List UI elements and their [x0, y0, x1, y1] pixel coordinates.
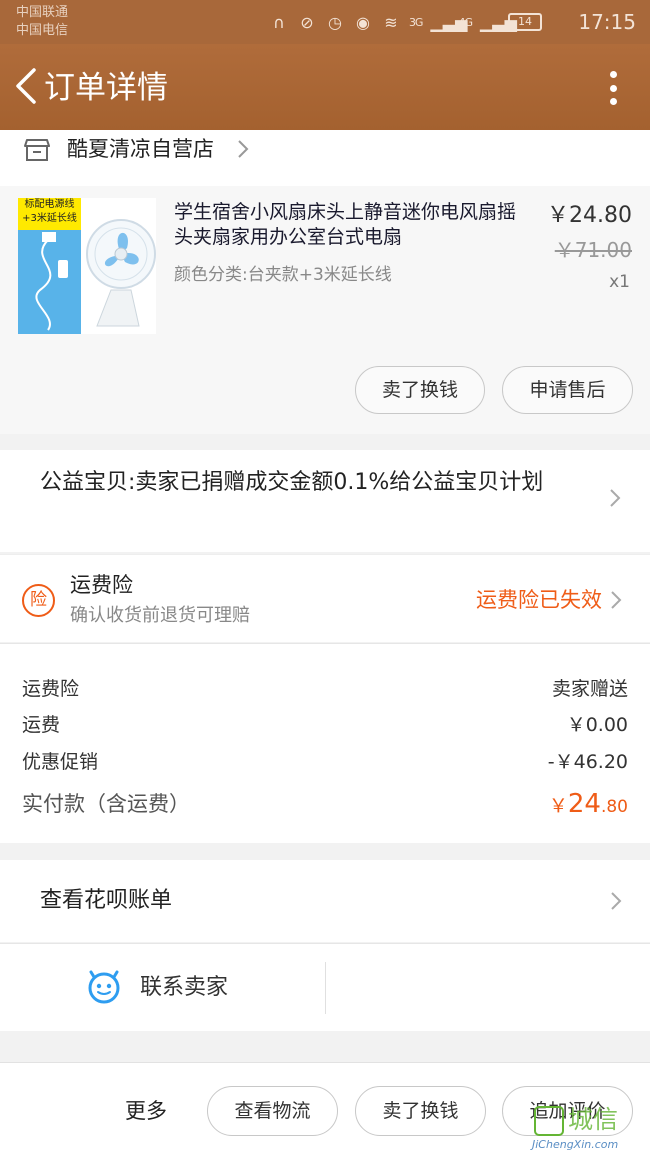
mute-icon: ⊘	[300, 12, 314, 32]
carrier-2: 中国电信	[16, 23, 69, 38]
contact-seller-button[interactable]: 联系卖家	[140, 973, 228, 1003]
status-icons: ∩ ⊘ ◷ ◉ ≋ 3G ▁▃▅ 4G ▁▃▅ 14	[269, 10, 542, 34]
fee-row-discount: 优惠促销 -￥46.20	[22, 747, 628, 777]
insurance-badge-icon: 险	[22, 584, 55, 617]
fee-row-shipping: 运费 ￥0.00	[22, 710, 628, 740]
total-integer: 24	[567, 789, 601, 819]
fee-label: 运费险	[22, 678, 80, 700]
fee-row-insurance: 运费险 卖家赠送	[22, 674, 628, 704]
thumbnail-tag: 标配电源线 +3米延长线	[18, 198, 81, 230]
store-row[interactable]: 酷夏清凉自营店	[0, 130, 650, 186]
total-paid-row: 实付款（含运费） ￥24.80	[22, 787, 628, 821]
insurance-title: 运费险	[70, 573, 133, 597]
insurance-status: 运费险已失效	[476, 588, 602, 612]
total-label: 实付款（含运费）	[22, 792, 190, 816]
product-quantity: x1	[609, 272, 630, 292]
chat-bot-icon[interactable]	[86, 970, 122, 1004]
battery-icon: 14	[508, 13, 542, 31]
view-logistics-button[interactable]: 查看物流	[207, 1086, 338, 1136]
watermark-logo-icon	[534, 1106, 564, 1136]
total-currency: ￥	[548, 795, 568, 817]
product-sku: 颜色分类:台夹款+3米延长线	[174, 265, 392, 285]
order-item[interactable]: 标配电源线 +3米延长线 学生宿舍小风扇床头上静音迷你电风扇摇头夹扇家用办公室台…	[0, 186, 650, 434]
store-icon	[24, 139, 50, 161]
total-amount: ￥24.80	[549, 787, 628, 824]
insurance-subtitle: 确认收货前退货可理赔	[70, 605, 250, 626]
app-header: 订单详情	[0, 44, 650, 130]
fan-icon	[86, 219, 156, 327]
wifi-icon: ≋	[384, 12, 398, 32]
original-price: ￥71.00	[554, 238, 632, 262]
charity-text: 公益宝贝:卖家已捐赠成交金额0.1%给公益宝贝计划	[40, 470, 544, 495]
fee-value: 卖家赠送	[551, 678, 628, 700]
page-title: 订单详情	[44, 70, 168, 106]
network-4g-label: 4G	[458, 15, 472, 29]
headset-icon: ∩	[273, 12, 285, 32]
chevron-right-icon	[610, 489, 621, 507]
huabei-bill-row[interactable]: 查看花呗账单	[0, 860, 650, 942]
alarm-icon: ◷	[327, 12, 342, 32]
watermark-url: JiChengXin.com	[532, 1138, 619, 1151]
network-3g-label: 3G	[408, 15, 423, 29]
watermark-text: 城信	[568, 1105, 619, 1134]
store-name: 酷夏清凉自营店	[67, 137, 214, 161]
clock: 17:15	[578, 10, 636, 34]
chevron-right-icon	[611, 591, 622, 609]
chevron-right-icon	[611, 892, 622, 910]
signal-2-icon: ▁▃▅	[480, 12, 517, 32]
shipping-insurance-row[interactable]: 险 运费险 确认收货前退货可理赔 运费险已失效	[0, 554, 650, 642]
carrier-1: 中国联通	[16, 5, 69, 20]
chevron-right-icon	[238, 140, 249, 158]
sell-for-cash-button-bottom[interactable]: 卖了换钱	[355, 1086, 486, 1136]
thumbnail-cable-panel: 标配电源线 +3米延长线	[18, 198, 81, 334]
eye-icon: ◉	[355, 12, 370, 32]
after-sales-button[interactable]: 申请售后	[502, 366, 633, 414]
signal-icon: ▁▃▅	[430, 12, 468, 32]
huabei-label: 查看花呗账单	[40, 888, 173, 913]
power-cable-icon	[35, 232, 68, 331]
more-actions-button[interactable]: 更多	[125, 1096, 167, 1126]
product-price: ￥24.80	[547, 203, 632, 228]
product-thumbnail[interactable]: 标配电源线 +3米延长线	[18, 198, 156, 334]
divider	[325, 962, 326, 1014]
back-arrow-icon[interactable]	[12, 66, 42, 106]
sell-for-cash-button[interactable]: 卖了换钱	[355, 366, 485, 414]
fee-label: 运费	[22, 714, 61, 736]
more-menu-icon[interactable]	[606, 68, 620, 108]
fee-value: ￥0.00	[566, 714, 628, 736]
contact-bar: 联系卖家	[0, 943, 650, 1031]
fee-summary: 运费险 卖家赠送 运费 ￥0.00 优惠促销 -￥46.20 实付款（含运费） …	[0, 643, 650, 843]
total-decimal: .80	[600, 797, 628, 817]
fee-label: 优惠促销	[22, 751, 99, 773]
charity-row[interactable]: 公益宝贝:卖家已捐赠成交金额0.1%给公益宝贝计划	[0, 450, 650, 552]
watermark: 城信 JiChengXin.com	[532, 1104, 650, 1155]
fee-value: -￥46.20	[547, 751, 628, 773]
status-bar: 中国联通 中国电信 ∩ ⊘ ◷ ◉ ≋ 3G ▁▃▅ 4G ▁▃▅ 14 17:…	[0, 0, 650, 44]
carrier-info: 中国联通 中国电信	[16, 4, 68, 40]
product-title[interactable]: 学生宿舍小风扇床头上静音迷你电风扇摇头夹扇家用办公室台式电扇	[174, 200, 526, 250]
